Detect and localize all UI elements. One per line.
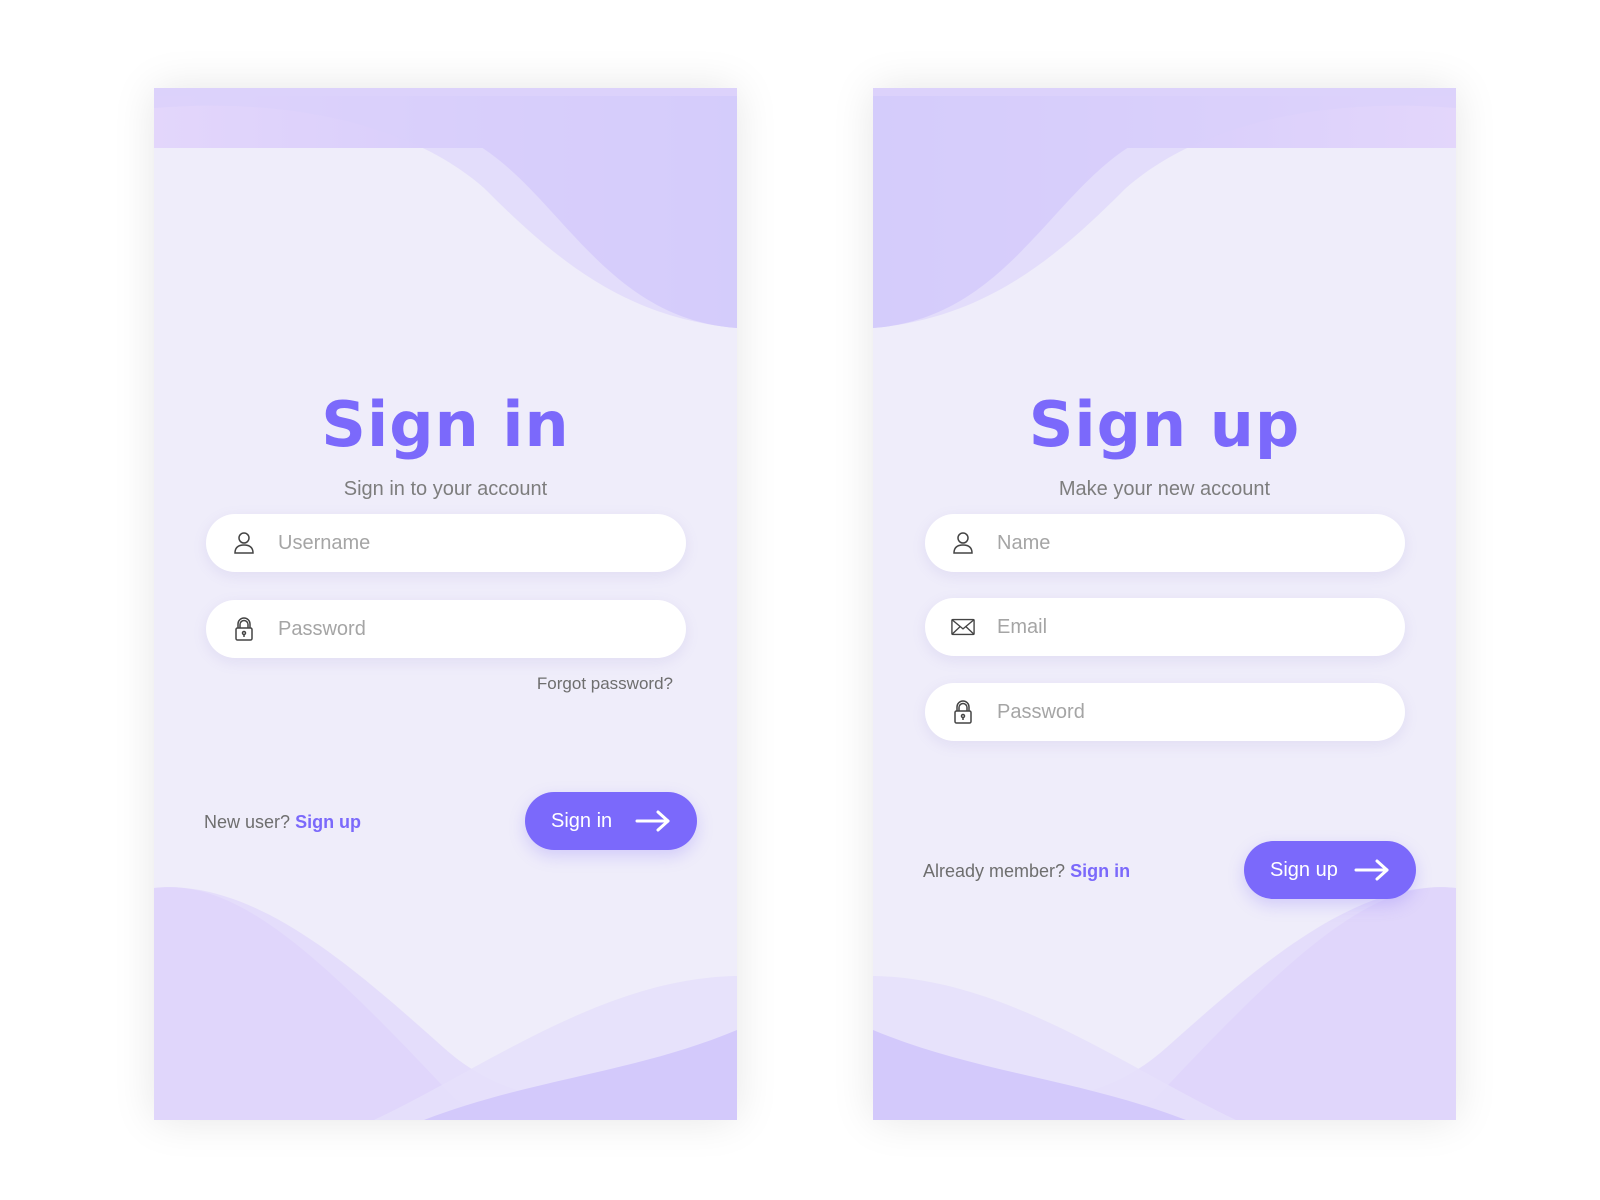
email-field[interactable] [925,598,1405,656]
name-field[interactable] [925,514,1405,572]
signup-card: Sign up Make your new account Name Email… [873,88,1456,1120]
arrow-right-icon [1354,858,1390,882]
page-subtitle: Make your new account [1058,478,1271,500]
username-field[interactable] [206,514,686,572]
user-icon [951,531,975,555]
signup-link[interactable]: Sign up [295,812,361,832]
signup-button-label: Sign up [1270,858,1338,881]
user-icon [232,531,256,555]
forgot-password-link[interactable]: Forgot password? [537,674,673,694]
signup-prompt: New user? Sign up [204,812,361,833]
lock-icon [951,700,975,724]
page-subtitle: Sign in to your account [343,478,548,500]
password-field[interactable] [925,683,1405,741]
name-input[interactable] [995,530,1379,556]
page-title: Sign up [1028,388,1301,461]
signup-button[interactable]: Sign up [1244,841,1416,899]
signin-prompt-text: Already member? [923,861,1066,881]
lock-icon [232,617,256,641]
username-input[interactable] [276,530,660,556]
signin-card: Sign in Sign in to your account Forgot p… [154,88,737,1120]
signin-prompt: Already member? Sign in [923,861,1130,882]
signin-button[interactable]: Sign in [525,792,697,850]
signup-prompt-text: New user? [204,812,291,832]
password-field[interactable] [206,600,686,658]
signin-button-label: Sign in [551,809,613,832]
email-input[interactable] [995,614,1379,640]
password-input[interactable] [276,616,660,642]
mail-icon [951,615,975,639]
signin-link[interactable]: Sign in [1070,861,1130,881]
page-title: Sign in [321,388,570,461]
arrow-right-icon [635,809,671,833]
password-input[interactable] [995,699,1379,725]
